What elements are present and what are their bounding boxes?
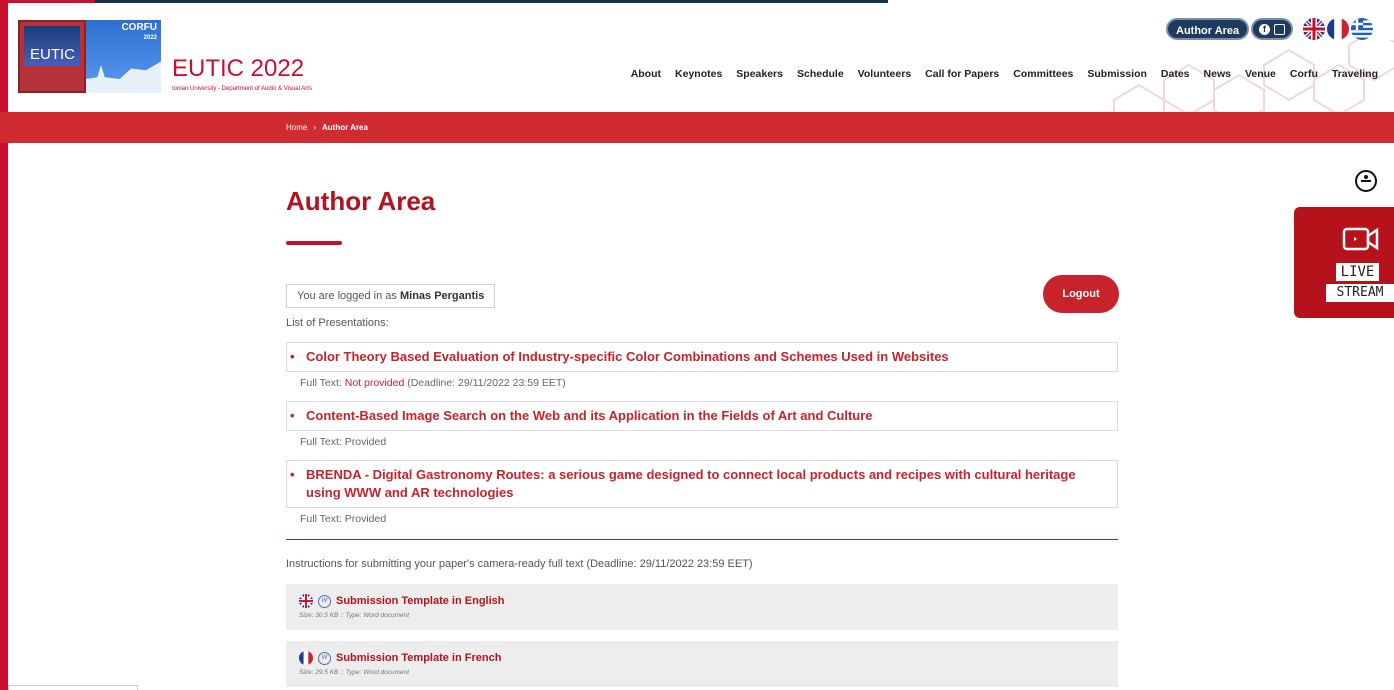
template-meta: Size: 29.5 KB :: Type: Word document: [299, 669, 410, 676]
fulltext-status-value: Provided: [344, 436, 387, 448]
fulltext-status: Full Text: Provided: [286, 513, 1118, 525]
fulltext-deadline: (Deadline: 29/11/2022 23:59 EET): [407, 377, 566, 389]
word-document-icon: W: [318, 594, 331, 608]
nav-venue[interactable]: Venue: [1245, 68, 1276, 80]
nav-submission[interactable]: Submission: [1087, 68, 1147, 80]
nav-keynotes[interactable]: Keynotes: [675, 68, 722, 80]
logo-corfu: CORFU: [121, 22, 157, 33]
calendar-icon[interactable]: [1274, 23, 1285, 35]
page-title: Author Area: [286, 186, 436, 216]
facebook-icon[interactable]: f: [1259, 23, 1270, 35]
list-item: Color Theory Based Evaluation of Industr…: [286, 342, 1118, 389]
presentations-label: List of Presentations:: [286, 317, 389, 329]
nav-speakers[interactable]: Speakers: [736, 68, 783, 80]
list-item: Content-Based Image Search on the Web an…: [286, 401, 1118, 448]
site-title[interactable]: EUTIC 2022: [172, 55, 304, 83]
user-name: Minas Pergantis: [399, 290, 485, 302]
site-subtitle: Ionian University - Department of Audio …: [172, 86, 312, 92]
greece-flag-icon[interactable]: [1351, 18, 1373, 40]
breadcrumb: Home › Author Area: [286, 123, 368, 132]
bottom-widget[interactable]: [8, 685, 138, 690]
fulltext-status: Full Text: Not provided (Deadline: 29/11…: [286, 377, 1118, 389]
template-meta: Size: 30.5 KB :: Type: Word document: [299, 612, 410, 619]
uk-flag-icon[interactable]: [1303, 18, 1325, 40]
nav-committees[interactable]: Committees: [1013, 68, 1073, 80]
presentation-title-link[interactable]: Content-Based Image Search on the Web an…: [286, 401, 1118, 431]
author-area-button[interactable]: Author Area: [1166, 18, 1250, 40]
word-document-icon: W: [318, 651, 331, 665]
template-link-english[interactable]: Submission Template in English: [336, 595, 505, 607]
title-underline: [286, 241, 342, 245]
fulltext-status-value: Provided: [344, 513, 387, 525]
presentation-title-link[interactable]: BRENDA - Digital Gastronomy Routes: a se…: [286, 460, 1118, 508]
fulltext-label: Full Text:: [300, 377, 342, 389]
logout-button[interactable]: Logout: [1043, 275, 1119, 313]
logo-text: EUTIC: [30, 46, 75, 63]
main-nav: About Keynotes Speakers Schedule Volunte…: [631, 68, 1378, 80]
chevron-right-icon: ›: [313, 123, 317, 132]
fulltext-label: Full Text:: [300, 513, 342, 525]
uk-flag-icon: [299, 594, 313, 608]
france-flag-icon: [299, 651, 313, 665]
eutic-logo[interactable]: EUTIC CORFU 2022: [18, 20, 161, 93]
presentation-title-link[interactable]: Color Theory Based Evaluation of Industr…: [286, 342, 1118, 372]
template-download-item: W Submission Template in English Size: 3…: [286, 584, 1118, 630]
fulltext-label: Full Text:: [300, 436, 342, 448]
top-border: [0, 0, 888, 3]
nav-news[interactable]: News: [1204, 68, 1231, 80]
nav-traveling[interactable]: Traveling: [1332, 68, 1378, 80]
logo-right-panel: CORFU 2022: [86, 20, 161, 93]
nav-corfu[interactable]: Corfu: [1290, 68, 1318, 80]
nav-call-for-papers[interactable]: Call for Papers: [925, 68, 999, 80]
breadcrumb-home[interactable]: Home: [286, 123, 307, 132]
login-status: You are logged in as Minas Pergantis: [286, 284, 496, 308]
france-flag-icon[interactable]: [1327, 18, 1349, 40]
top-border-accent: [0, 0, 95, 3]
fulltext-status-value: Not provided: [344, 377, 405, 389]
instructions-text: Instructions for submitting your paper's…: [286, 558, 753, 570]
video-camera-icon: [1342, 227, 1379, 251]
site-header: EUTIC CORFU 2022 EUTIC 2022 Ionian Univer…: [0, 0, 1394, 112]
live-stream-button[interactable]: LIVE STREAM: [1294, 207, 1394, 318]
accessibility-icon[interactable]: [1355, 170, 1377, 192]
live-label: LIVE: [1336, 263, 1379, 281]
template-download-item: W Submission Template in French Size: 29…: [286, 641, 1118, 687]
template-link-french[interactable]: Submission Template in French: [336, 652, 501, 664]
fulltext-status: Full Text: Provided: [286, 436, 1118, 448]
logo-year: 2022: [143, 35, 157, 41]
divider: [286, 539, 1118, 540]
nav-about[interactable]: About: [631, 68, 661, 80]
stream-label: STREAM: [1326, 284, 1394, 302]
social-pill[interactable]: f: [1251, 18, 1293, 40]
page: EUTIC CORFU 2022 EUTIC 2022 Ionian Univer…: [0, 0, 1394, 690]
nav-dates[interactable]: Dates: [1161, 68, 1190, 80]
logo-left-panel: EUTIC: [18, 20, 86, 93]
nav-volunteers[interactable]: Volunteers: [858, 68, 911, 80]
breadcrumb-current: Author Area: [322, 123, 368, 132]
login-prefix: You are logged in as: [297, 290, 397, 302]
left-stripe: [0, 0, 8, 690]
nav-schedule[interactable]: Schedule: [797, 68, 844, 80]
breadcrumb-bar: Home › Author Area: [0, 112, 1394, 143]
list-item: BRENDA - Digital Gastronomy Routes: a se…: [286, 460, 1118, 525]
